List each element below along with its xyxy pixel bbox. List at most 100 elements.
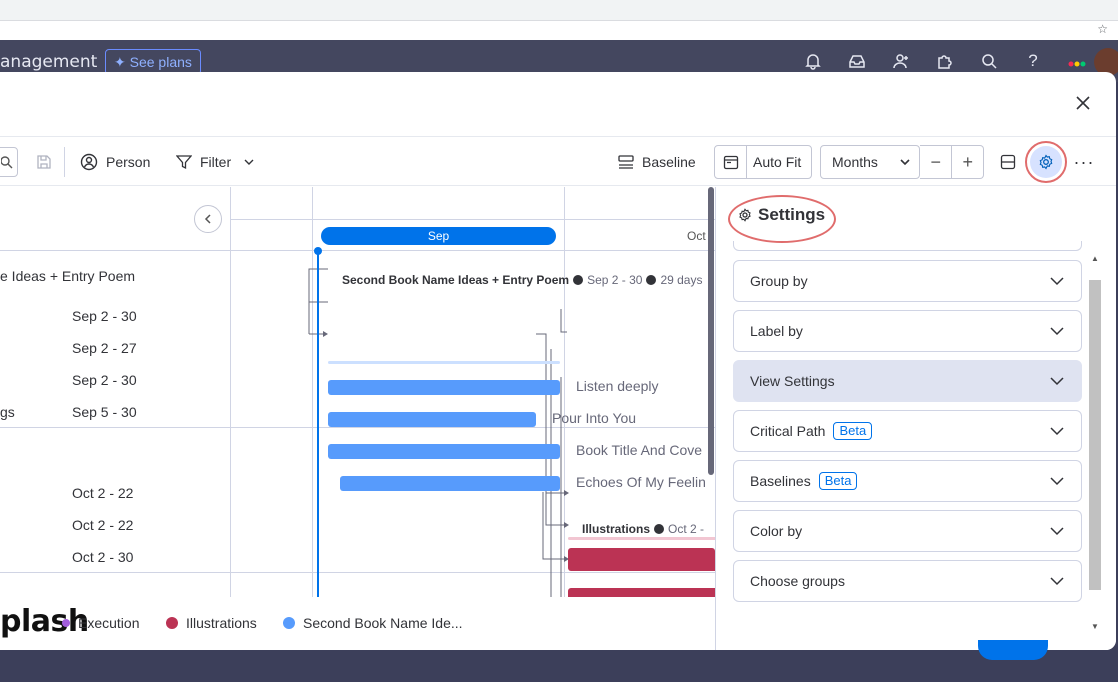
- gear-icon: [739, 208, 751, 222]
- auto-fit-label: Auto Fit: [753, 154, 802, 170]
- gantt-bar[interactable]: [340, 476, 560, 491]
- settings-section-view-settings[interactable]: View Settings: [733, 360, 1082, 402]
- scrollbar-thumb[interactable]: [1089, 280, 1101, 590]
- bell-icon[interactable]: [802, 50, 824, 72]
- settings-scrollbar[interactable]: ▲ ▼: [1085, 252, 1101, 637]
- scroll-down-arrow-icon[interactable]: ▼: [1091, 622, 1099, 631]
- collapse-list-button[interactable]: [194, 205, 222, 233]
- gantt-bar[interactable]: [328, 380, 560, 395]
- chevron-left-icon: [204, 214, 211, 224]
- settings-section-label-by[interactable]: Label by: [733, 310, 1082, 352]
- settings-panel: Settings Group by Label by View Settings…: [715, 187, 1116, 650]
- legend-item-second-book: Second Book Name Ide...: [283, 615, 463, 631]
- legend-label: Execution: [78, 615, 140, 631]
- gantt-item-list: e Ideas + Entry Poem Sep 2 - 30 Sep 2 - …: [0, 187, 231, 597]
- chevron-down-icon: [1050, 527, 1064, 536]
- chevron-down-icon: [1050, 377, 1064, 386]
- bar-label: Book Title And Cove: [576, 442, 703, 458]
- gantt-toolbar: Person Filter Baseline Auto Fit Months −…: [0, 136, 1116, 186]
- group2-range: Oct 2 -: [668, 522, 705, 536]
- gantt-bar[interactable]: [328, 412, 536, 427]
- person-filter-button[interactable]: Person: [80, 147, 150, 177]
- group1-duration: 29 days: [660, 273, 703, 287]
- filter-button[interactable]: Filter: [176, 147, 255, 177]
- chevron-down-icon: [1050, 477, 1064, 486]
- item-dates: Sep 5 - 30: [72, 404, 137, 420]
- gantt-legend: plash Execution Illustrations Second Boo…: [0, 596, 715, 650]
- settings-section-baselines[interactable]: Baselines Beta: [733, 460, 1082, 502]
- group2-title: Illustrations: [582, 522, 651, 536]
- section-label: Choose groups: [750, 573, 845, 589]
- bookmark-star-icon[interactable]: ☆: [1097, 22, 1108, 36]
- save-view-icon[interactable]: [34, 147, 54, 177]
- group1-summary[interactable]: Second Book Name Ideas + Entry Poem Sep …: [342, 273, 702, 287]
- gear-icon: [1039, 154, 1053, 170]
- chevron-down-icon: [1050, 327, 1064, 336]
- item-dates: Sep 2 - 27: [72, 340, 137, 356]
- bar-label: Echoes Of My Feelin: [576, 474, 706, 490]
- browser-bar: ☆: [0, 0, 1118, 40]
- sparkle-icon: ✦: [114, 54, 126, 70]
- group2-summary[interactable]: Illustrations Oct 2 -: [582, 522, 704, 536]
- baseline-button[interactable]: Baseline: [618, 147, 696, 177]
- legend-dot: [166, 617, 178, 629]
- close-modal-button[interactable]: [1072, 94, 1094, 116]
- monday-logo-icon[interactable]: [1066, 50, 1088, 72]
- legend-dot: [283, 617, 295, 629]
- legend-label: Illustrations: [186, 615, 257, 631]
- settings-header: Settings: [738, 205, 825, 225]
- chevron-down-icon: [1050, 427, 1064, 436]
- gantt-bar[interactable]: [328, 444, 560, 459]
- inbox-icon[interactable]: [846, 50, 868, 72]
- address-strip: [0, 20, 1118, 40]
- group-name[interactable]: e Ideas + Entry Poem: [0, 268, 135, 284]
- section-label: View Settings: [750, 373, 835, 389]
- filter-label: Filter: [200, 154, 232, 170]
- timeline-scrollbar[interactable]: [708, 187, 714, 475]
- group2-span-bar: [568, 537, 715, 540]
- scroll-up-arrow-icon[interactable]: ▲: [1091, 254, 1099, 263]
- today-marker: [317, 251, 319, 597]
- section-label: Critical Path: [750, 423, 826, 439]
- legend-dot: [62, 619, 70, 627]
- search-button[interactable]: [0, 147, 18, 177]
- today-marker-dot: [314, 247, 322, 255]
- section-label: Group by: [750, 273, 808, 289]
- settings-section-critical-path[interactable]: Critical Path Beta: [733, 410, 1082, 452]
- time-scale-select[interactable]: Months: [820, 145, 920, 179]
- chevron-down-icon: [244, 159, 254, 165]
- settings-section-color-by[interactable]: Color by: [733, 510, 1082, 552]
- item-dates: Oct 2 - 22: [72, 485, 134, 501]
- legend-item-execution: Execution: [62, 615, 139, 631]
- close-icon: [1076, 96, 1090, 110]
- calendar-icon: [715, 146, 747, 178]
- separator-dot: [654, 524, 665, 534]
- zoom-out-button[interactable]: −: [920, 146, 951, 178]
- item-name[interactable]: gs: [0, 404, 15, 420]
- settings-section-group-by[interactable]: Group by: [733, 260, 1082, 302]
- months-label: Months: [832, 154, 878, 170]
- background-blue-button: [978, 640, 1048, 660]
- legend-label: Second Book Name Ide...: [303, 615, 463, 631]
- separator-dot: [646, 275, 657, 285]
- zoom-in-button[interactable]: +: [951, 146, 983, 178]
- settings-title: Settings: [758, 205, 826, 224]
- settings-button[interactable]: [1030, 146, 1062, 178]
- gantt-bar[interactable]: [568, 548, 715, 563]
- previous-section-edge: [733, 241, 1082, 251]
- apps-puzzle-icon[interactable]: [934, 50, 956, 72]
- gantt-timeline: Sep Oct Second Book Name Ideas + Entry P…: [231, 187, 715, 597]
- chevron-down-icon: [1050, 277, 1064, 286]
- search-icon[interactable]: [978, 50, 1000, 72]
- invite-members-icon[interactable]: [890, 50, 912, 72]
- see-plans-label: See plans: [129, 54, 192, 70]
- filter-icon: [176, 155, 192, 170]
- toolbar-divider: [64, 147, 65, 177]
- help-icon[interactable]: ?: [1022, 50, 1044, 72]
- beta-badge: Beta: [818, 472, 858, 490]
- auto-fit-button[interactable]: Auto Fit: [714, 145, 812, 179]
- more-options-button[interactable]: ···: [1074, 147, 1094, 177]
- split-layout-icon[interactable]: [998, 147, 1018, 177]
- settings-section-choose-groups[interactable]: Choose groups: [733, 560, 1082, 602]
- person-icon: [80, 153, 98, 171]
